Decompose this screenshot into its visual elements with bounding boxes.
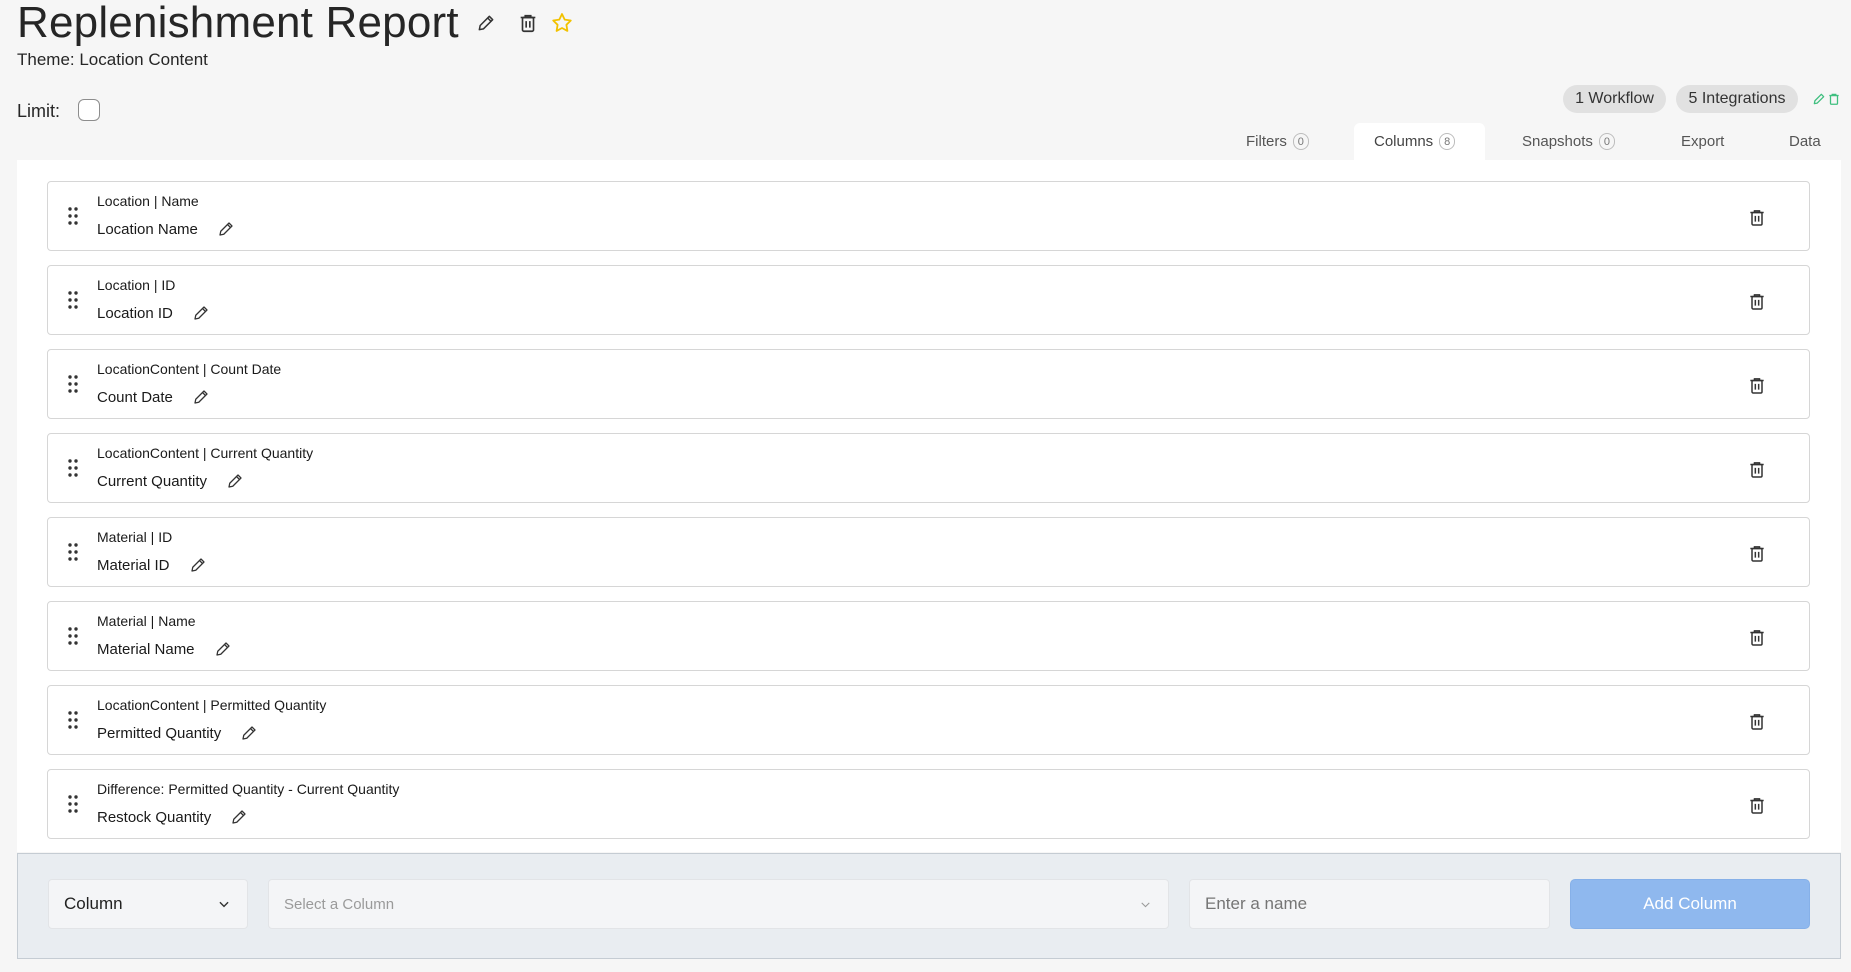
drag-handle-icon[interactable] bbox=[67, 626, 79, 646]
tab-filters[interactable]: Filters 0 bbox=[1246, 123, 1309, 160]
drag-handle-icon[interactable] bbox=[67, 458, 79, 478]
column-name: Restock Quantity bbox=[97, 808, 212, 826]
pencil-icon[interactable] bbox=[226, 472, 244, 490]
drag-handle-icon[interactable] bbox=[67, 290, 79, 310]
pencil-icon[interactable] bbox=[240, 724, 258, 742]
column-row[interactable]: LocationContent | Count Date Count Date bbox=[47, 349, 1810, 419]
column-source: LocationContent | Count Date bbox=[97, 361, 282, 377]
page-title: Replenishment Report bbox=[17, 0, 459, 47]
column-name-wrap: Restock Quantity bbox=[97, 808, 248, 826]
column-name: Permitted Quantity bbox=[97, 724, 222, 742]
drag-handle-icon[interactable] bbox=[67, 374, 79, 394]
select-column-placeholder: Select a Column bbox=[284, 895, 395, 913]
count-badge: 0 bbox=[1598, 133, 1615, 150]
limit-checkbox[interactable] bbox=[78, 99, 100, 121]
pencil-icon[interactable] bbox=[230, 808, 248, 826]
tab-bar: Filters 0 Columns 8 Snapshots 0 Export D… bbox=[1225, 123, 1851, 160]
column-name: Location ID bbox=[97, 304, 173, 322]
column-name-wrap: Material Name bbox=[97, 640, 232, 658]
column-name: Location Name bbox=[97, 220, 198, 238]
pencil-icon[interactable] bbox=[192, 388, 210, 406]
column-name-wrap: Location ID bbox=[97, 304, 210, 322]
add-column-bar: Column Select a Column Add Column bbox=[17, 853, 1841, 959]
tab-label: Export bbox=[1681, 133, 1725, 150]
column-type-select[interactable]: Column bbox=[48, 879, 248, 929]
pencil-icon[interactable] bbox=[189, 556, 207, 574]
column-name: Material Name bbox=[97, 640, 195, 658]
column-name-wrap: Material ID bbox=[97, 556, 207, 574]
trash-icon[interactable] bbox=[1746, 794, 1768, 816]
column-source: Location | Name bbox=[97, 193, 199, 209]
pencil-icon[interactable] bbox=[473, 10, 499, 36]
pencil-icon[interactable] bbox=[1812, 92, 1826, 106]
trash-icon[interactable] bbox=[1746, 374, 1768, 396]
column-name-wrap: Location Name bbox=[97, 220, 235, 238]
trash-icon[interactable] bbox=[1746, 458, 1768, 480]
count-badge: 8 bbox=[1439, 133, 1456, 150]
trash-icon[interactable] bbox=[1746, 626, 1768, 648]
column-name-wrap: Current Quantity bbox=[97, 472, 244, 490]
column-row[interactable]: Location | Name Location Name bbox=[47, 181, 1810, 251]
trash-icon[interactable] bbox=[1746, 710, 1768, 732]
tab-columns[interactable]: Columns 8 bbox=[1354, 123, 1485, 160]
column-name-wrap: Count Date bbox=[97, 388, 210, 406]
workflow-badge[interactable]: 1 Workflow bbox=[1563, 85, 1666, 113]
tab-export[interactable]: Export bbox=[1681, 123, 1724, 160]
theme-label: Theme: Location Content bbox=[17, 50, 208, 69]
trash-icon[interactable] bbox=[515, 10, 541, 36]
column-name-input[interactable] bbox=[1189, 879, 1550, 929]
column-row[interactable]: Location | ID Location ID bbox=[47, 265, 1810, 335]
tab-label: Snapshots bbox=[1522, 133, 1593, 150]
drag-handle-icon[interactable] bbox=[67, 206, 79, 226]
column-row[interactable]: LocationContent | Current Quantity Curren… bbox=[47, 433, 1810, 503]
select-column-dropdown[interactable]: Select a Column bbox=[268, 879, 1169, 929]
trash-icon[interactable] bbox=[1746, 290, 1768, 312]
column-source: Material | Name bbox=[97, 613, 196, 629]
column-source: Material | ID bbox=[97, 529, 173, 545]
title-row: Replenishment Report bbox=[17, 0, 575, 46]
column-source: LocationContent | Current Quantity bbox=[97, 445, 314, 461]
drag-handle-icon[interactable] bbox=[67, 710, 79, 730]
column-row[interactable]: Material | Name Material Name bbox=[47, 601, 1810, 671]
integrations-badge[interactable]: 5 Integrations bbox=[1676, 85, 1798, 113]
column-name: Current Quantity bbox=[97, 472, 208, 490]
drag-handle-icon[interactable] bbox=[67, 542, 79, 562]
column-row[interactable]: LocationContent | Permitted Quantity Perm… bbox=[47, 685, 1810, 755]
pencil-icon[interactable] bbox=[214, 640, 232, 658]
column-row[interactable]: Material | ID Material ID bbox=[47, 517, 1810, 587]
column-name: Material ID bbox=[97, 556, 170, 574]
column-name: Count Date bbox=[97, 388, 173, 406]
chevron-down-icon bbox=[217, 897, 231, 916]
tab-label: Filters bbox=[1246, 133, 1287, 150]
column-type-value: Column bbox=[64, 894, 123, 913]
trash-icon[interactable] bbox=[1746, 542, 1768, 564]
column-source: LocationContent | Permitted Quantity bbox=[97, 697, 327, 713]
limit-label: Limit: bbox=[17, 101, 61, 121]
tab-data[interactable]: Data bbox=[1789, 123, 1821, 160]
column-row[interactable]: Difference: Permitted Quantity - Current… bbox=[47, 769, 1810, 839]
count-badge: 0 bbox=[1292, 133, 1309, 150]
column-source: Location | ID bbox=[97, 277, 176, 293]
add-column-button[interactable]: Add Column bbox=[1570, 879, 1810, 929]
drag-handle-icon[interactable] bbox=[67, 794, 79, 814]
trash-icon[interactable] bbox=[1746, 206, 1768, 228]
pencil-icon[interactable] bbox=[192, 304, 210, 322]
tab-label: Data bbox=[1789, 133, 1821, 150]
star-icon[interactable] bbox=[549, 10, 575, 36]
chevron-down-icon bbox=[1139, 898, 1152, 916]
tab-snapshots[interactable]: Snapshots 0 bbox=[1522, 123, 1615, 160]
pencil-icon[interactable] bbox=[217, 220, 235, 238]
tab-label: Columns bbox=[1374, 133, 1434, 150]
trash-icon[interactable] bbox=[1827, 92, 1841, 106]
column-source: Difference: Permitted Quantity - Current… bbox=[97, 781, 400, 797]
column-name-wrap: Permitted Quantity bbox=[97, 724, 258, 742]
